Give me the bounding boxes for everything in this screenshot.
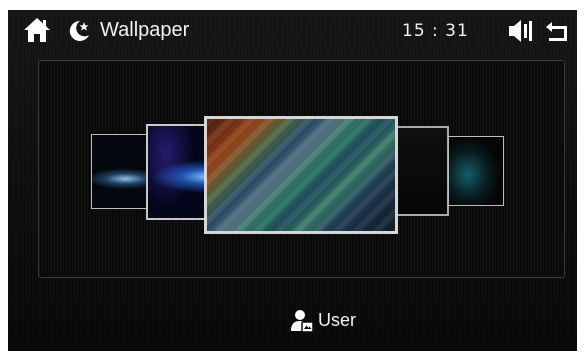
moon-star-icon[interactable] — [66, 18, 92, 44]
user-icon — [290, 309, 314, 333]
wallpaper-thumbnail-selected[interactable] — [204, 116, 398, 234]
wallpaper-screen: Wallpaper 15 : 31 User — [8, 10, 577, 351]
clock-display: 15 : 31 — [402, 21, 469, 41]
wallpaper-thumbnail-1[interactable] — [91, 134, 149, 209]
volume-icon[interactable] — [506, 18, 536, 44]
wallpaper-thumbnail-5[interactable] — [448, 136, 504, 206]
home-icon[interactable] — [22, 16, 52, 44]
wallpaper-thumbnail-4[interactable] — [395, 126, 449, 216]
page-title: Wallpaper — [100, 19, 190, 41]
wallpaper-thumbnail-2[interactable] — [146, 124, 208, 220]
back-arrow-icon[interactable] — [544, 19, 570, 43]
top-bar: Wallpaper 15 : 31 — [8, 10, 577, 52]
user-label: User — [318, 310, 357, 330]
